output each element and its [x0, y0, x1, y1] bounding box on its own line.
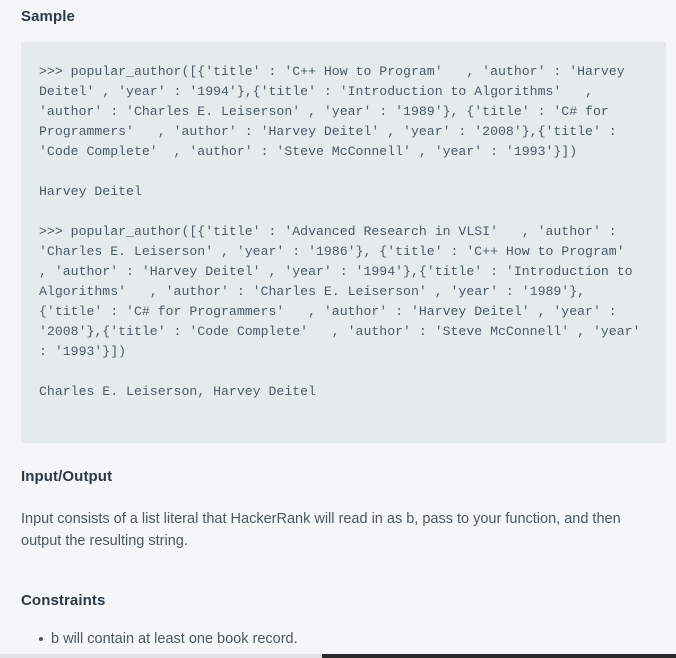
- constraint-text: b will contain at least one book record.: [51, 631, 298, 647]
- section-heading-constraints: Constraints: [21, 592, 106, 609]
- sample-code-block: >>> popular_author([{'title' : 'C++ How …: [21, 42, 666, 443]
- sample-call-one: >>> popular_author([{'title' : 'C++ How …: [39, 64, 633, 159]
- sample-output-one: Harvey Deitel: [39, 184, 142, 199]
- sample-output-two: Charles E. Leiserson, Harvey Deitel: [39, 384, 316, 399]
- code-spacer: [39, 162, 648, 182]
- code-spacer: [39, 362, 648, 382]
- list-item: b will contain at least one book record.: [21, 628, 657, 650]
- problem-statement-page: Sample >>> popular_author([{'title' : 'C…: [0, 0, 676, 658]
- sample-call-two: >>> popular_author([{'title' : 'Advanced…: [39, 224, 649, 359]
- bottom-progress-fill: [322, 654, 676, 658]
- bottom-progress-bar[interactable]: [0, 654, 676, 658]
- section-heading-sample: Sample: [21, 8, 75, 25]
- code-spacer: [39, 202, 648, 222]
- constraints-list: b will contain at least one book record.: [21, 628, 657, 650]
- input-output-paragraph: Input consists of a list literal that Ha…: [21, 511, 621, 549]
- section-heading-input-output: Input/Output: [21, 468, 113, 485]
- bullet-icon: [39, 637, 43, 641]
